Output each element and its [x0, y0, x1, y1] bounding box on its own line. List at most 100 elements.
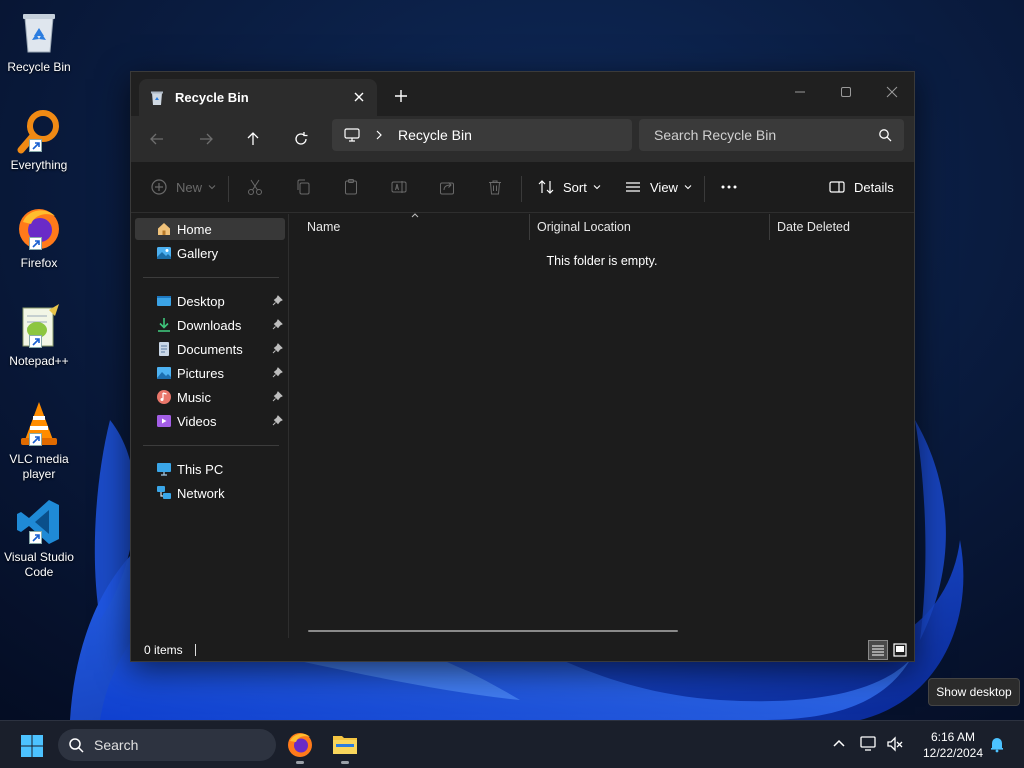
pin-icon[interactable]: [272, 295, 283, 306]
network-status-button[interactable]: [860, 735, 878, 753]
details-pane-button[interactable]: Details: [828, 176, 894, 198]
column-header-date-deleted[interactable]: Date Deleted: [770, 214, 914, 240]
tab-recycle-bin[interactable]: Recycle Bin: [139, 79, 377, 116]
search-icon: [69, 738, 84, 753]
back-button[interactable]: [145, 127, 169, 151]
speaker-muted-icon: [887, 736, 903, 752]
desktop-icon-notepad-plus-plus[interactable]: Notepad++: [0, 302, 78, 369]
taskbar-clock[interactable]: 6:16 AM 12/22/2024: [916, 729, 990, 761]
minimize-button[interactable]: [777, 78, 823, 106]
windows-start-icon[interactable]: [20, 734, 44, 758]
desktop-icon-vscode[interactable]: Visual Studio Code: [0, 498, 78, 580]
sidebar-item-desktop[interactable]: Desktop: [135, 290, 285, 312]
tiles-view-icon: [893, 643, 907, 657]
share-icon: [440, 182, 454, 195]
monitor-icon: [344, 128, 360, 142]
search-placeholder: Search Recycle Bin: [654, 127, 777, 143]
sidebar-item-label: Music: [177, 389, 211, 405]
pin-icon[interactable]: [272, 415, 283, 426]
breadcrumb[interactable]: Recycle Bin: [398, 127, 472, 143]
share-button[interactable]: [438, 176, 456, 198]
refresh-button[interactable]: [289, 127, 313, 151]
chevron-right-icon: [376, 130, 382, 140]
desktop-icon-label: Recycle Bin: [7, 60, 71, 74]
taskbar-search-label: Search: [94, 737, 139, 753]
firefox-icon: [15, 204, 63, 252]
desktop-icon-everything[interactable]: Everything: [0, 106, 78, 173]
toolbar-divider: [521, 176, 522, 202]
search-input[interactable]: Search Recycle Bin: [639, 119, 904, 151]
horizontal-scrollbar[interactable]: [308, 630, 678, 632]
sort-button[interactable]: Sort: [537, 176, 601, 198]
this-pc-icon: [157, 463, 171, 476]
copy-button[interactable]: [294, 176, 312, 198]
pin-icon[interactable]: [272, 319, 283, 330]
sidebar-item-label: Videos: [177, 413, 217, 429]
shortcut-arrow-icon: [29, 335, 42, 348]
pin-icon[interactable]: [272, 343, 283, 354]
new-button[interactable]: New: [150, 176, 216, 198]
sort-label: Sort: [563, 179, 587, 195]
sidebar-item-music[interactable]: Music: [135, 386, 285, 408]
address-bar[interactable]: Recycle Bin: [332, 119, 632, 151]
close-tab-icon[interactable]: [351, 89, 367, 105]
view-label: View: [650, 179, 678, 195]
details-view-button[interactable]: [868, 640, 888, 660]
sidebar-item-network[interactable]: Network: [135, 482, 285, 504]
sidebar-item-videos[interactable]: Videos: [135, 410, 285, 432]
sidebar-item-this-pc[interactable]: This PC: [135, 458, 285, 480]
up-button[interactable]: [241, 127, 265, 151]
paste-button[interactable]: [342, 176, 360, 198]
chevron-up-icon: [833, 739, 845, 747]
taskbar-app-file-explorer[interactable]: [331, 730, 359, 764]
bell-icon: [991, 738, 1003, 753]
title-bar[interactable]: Recycle Bin: [131, 72, 914, 116]
documents-icon: [159, 342, 169, 356]
music-icon: [157, 390, 171, 404]
pictures-icon: [157, 367, 171, 379]
taskbar: Search 6:16 AM 12/22/2024: [0, 720, 1024, 768]
close-window-button[interactable]: [869, 78, 915, 106]
show-hidden-icons-button[interactable]: [830, 735, 848, 753]
taskbar-app-firefox[interactable]: [286, 730, 314, 764]
sidebar-divider: [143, 277, 279, 278]
volume-button[interactable]: [886, 735, 904, 753]
large-icons-view-button[interactable]: [890, 640, 910, 660]
cut-button[interactable]: [246, 176, 264, 198]
clock-time: 6:16 AM: [930, 730, 976, 744]
maximize-button[interactable]: [823, 78, 869, 106]
sidebar-item-pictures[interactable]: Pictures: [135, 362, 285, 384]
desktop-icon-recycle-bin[interactable]: Recycle Bin: [0, 8, 78, 75]
sidebar-item-label: Documents: [177, 341, 243, 357]
sidebar-item-documents[interactable]: Documents: [135, 338, 285, 360]
taskbar-search-box[interactable]: Search: [58, 729, 276, 761]
new-tab-icon[interactable]: [393, 88, 409, 104]
desktop-icon-vlc[interactable]: VLC media player: [0, 400, 78, 482]
sort-ascending-icon: [411, 213, 419, 218]
column-header-label: Name: [307, 220, 341, 234]
sidebar-item-gallery[interactable]: Gallery: [135, 242, 285, 264]
item-count: 0 items: [144, 643, 183, 657]
more-options-button[interactable]: [720, 176, 738, 198]
column-header-original-location[interactable]: Original Location: [530, 214, 769, 240]
arrow-up-icon: [247, 132, 259, 145]
details-view-icon: [872, 645, 884, 656]
sidebar-item-label: Network: [177, 485, 225, 501]
pin-icon[interactable]: [272, 367, 283, 378]
pin-icon[interactable]: [272, 391, 283, 402]
forward-button[interactable]: [194, 127, 218, 151]
rename-button[interactable]: [390, 176, 408, 198]
notifications-button[interactable]: [988, 735, 1006, 753]
refresh-icon: [295, 132, 308, 145]
delete-button[interactable]: [486, 176, 504, 198]
view-button[interactable]: View: [624, 176, 692, 198]
sidebar-item-home[interactable]: Home: [135, 218, 285, 240]
toolbar-divider: [704, 176, 705, 202]
rename-icon: [391, 181, 407, 193]
desktop-icon-firefox[interactable]: Firefox: [0, 204, 78, 271]
column-header-label: Date Deleted: [777, 220, 850, 234]
sidebar-item-downloads[interactable]: Downloads: [135, 314, 285, 336]
plus-circle-icon: [151, 179, 167, 195]
toolbar-divider: [228, 176, 229, 202]
cut-icon: [248, 179, 262, 195]
